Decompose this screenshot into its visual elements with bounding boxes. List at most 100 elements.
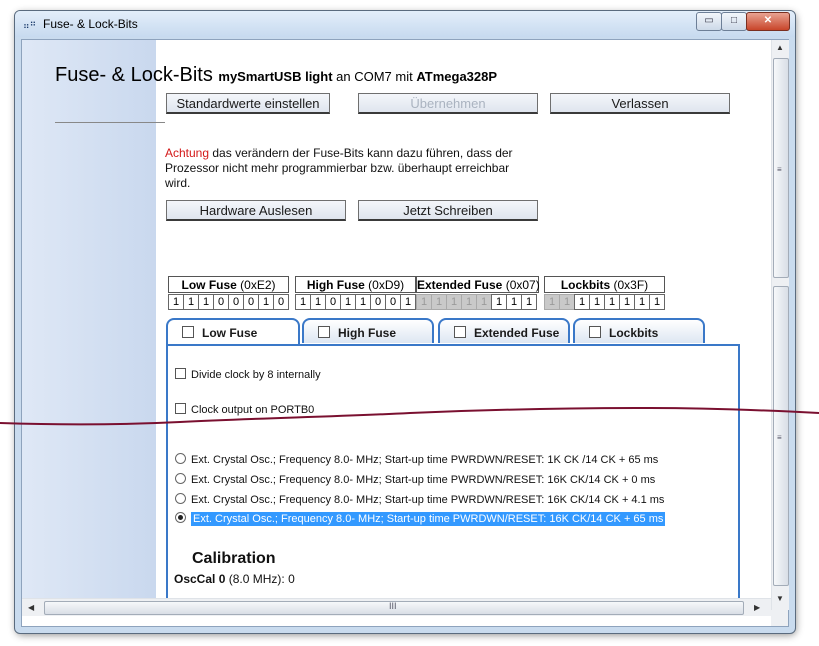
low-fuse-box: Low Fuse (0xE2) 11100010 <box>168 276 289 310</box>
fuse-bit[interactable]: 1 <box>521 294 537 310</box>
vertical-scroll-thumb-bottom[interactable]: ≡ <box>773 286 789 586</box>
fuse-bit[interactable]: 1 <box>649 294 665 310</box>
osc-radio-4[interactable] <box>175 512 186 523</box>
fuse-bit[interactable]: 1 <box>604 294 620 310</box>
fuse-bit[interactable]: 1 <box>198 294 214 310</box>
fuse-bit[interactable]: 1 <box>168 294 184 310</box>
fuse-bit[interactable]: 1 <box>506 294 522 310</box>
osc-radio-1[interactable] <box>175 453 186 464</box>
osc-radio-3[interactable] <box>175 493 186 504</box>
extended-fuse-box: Extended Fuse (0x07) 11111111 <box>416 276 540 310</box>
divide-clock-checkbox[interactable] <box>175 368 186 379</box>
tab-label: Extended Fuse <box>474 326 560 340</box>
option-label: Ext. Crystal Osc.; Frequency 8.0- MHz; S… <box>191 454 659 466</box>
horizontal-scroll-thumb[interactable]: III <box>44 601 744 615</box>
fuse-bit[interactable]: 0 <box>370 294 386 310</box>
vertical-scrollbar[interactable]: ▲ ≡ ≡ ▼ <box>771 40 789 610</box>
fuse-bit[interactable]: 0 <box>273 294 289 310</box>
option-label: Ext. Crystal Osc.; Frequency 8.0- MHz; S… <box>191 474 656 486</box>
scroll-down-icon[interactable]: ▼ <box>776 594 784 603</box>
fuse-bit[interactable]: 0 <box>213 294 229 310</box>
option-label: Divide clock by 8 internally <box>191 369 321 381</box>
scroll-right-icon[interactable]: ▶ <box>754 603 760 612</box>
fuse-bit[interactable]: 0 <box>243 294 259 310</box>
title-bar[interactable]: ⣤⠶ Fuse- & Lock-Bits ▭ □ ✕ <box>15 11 795 37</box>
warning-prefix: Achtung <box>165 146 210 160</box>
high-fuse-box: High Fuse (0xD9) 11011001 <box>295 276 416 310</box>
high-fuse-bits: 11011001 <box>295 294 416 310</box>
horizontal-scrollbar[interactable]: ◀ III ▶ <box>22 598 771 616</box>
fuse-bit[interactable]: 1 <box>400 294 416 310</box>
tab-label: High Fuse <box>338 326 397 340</box>
fuse-value: (0x07) <box>505 278 540 292</box>
osc-option-1[interactable]: Ext. Crystal Osc.; Frequency 8.0- MHz; S… <box>175 453 658 466</box>
low-fuse-header: Low Fuse (0xE2) <box>168 276 289 293</box>
fuse-value: (0xE2) <box>240 278 276 292</box>
scroll-up-icon[interactable]: ▲ <box>776 43 784 52</box>
mcu-name: ATmega328P <box>416 69 498 84</box>
grip-icon: ≡ <box>777 165 782 174</box>
vertical-scroll-thumb-top[interactable]: ≡ <box>773 58 789 278</box>
fuse-bit[interactable]: 1 <box>589 294 605 310</box>
close-button[interactable]: ✕ <box>746 12 790 31</box>
fuse-name: Extended Fuse <box>417 278 503 292</box>
osccal-label: OscCal 0 <box>174 572 226 586</box>
fuse-bit[interactable]: 0 <box>385 294 401 310</box>
fuse-bit: 1 <box>446 294 462 310</box>
fuse-bit[interactable]: 1 <box>183 294 199 310</box>
osccal-freq: (8.0 MHz): <box>228 572 285 586</box>
scroll-left-icon[interactable]: ◀ <box>28 603 34 612</box>
fuse-bit[interactable]: 1 <box>619 294 635 310</box>
header-divider <box>55 122 165 123</box>
exit-button[interactable]: Verlassen <box>550 93 730 114</box>
fuse-bit[interactable]: 1 <box>340 294 356 310</box>
fuse-bit[interactable]: 1 <box>574 294 590 310</box>
tab-lockbits[interactable]: Lockbits <box>573 318 705 343</box>
osc-option-4[interactable]: Ext. Crystal Osc.; Frequency 8.0- MHz; S… <box>175 512 666 526</box>
osccal-value: 0 <box>288 572 295 586</box>
fuse-bit[interactable]: 1 <box>310 294 326 310</box>
read-hardware-button[interactable]: Hardware Auslesen <box>166 200 346 221</box>
app-window: ⣤⠶ Fuse- & Lock-Bits ▭ □ ✕ Fuse- & Lock-… <box>14 10 796 634</box>
tab-checkbox[interactable] <box>589 326 601 338</box>
lockbits-bits: 11111111 <box>544 294 665 310</box>
maximize-button[interactable]: □ <box>721 12 747 31</box>
divide-clock-option[interactable]: Divide clock by 8 internally <box>175 368 321 381</box>
fuse-bit[interactable]: 0 <box>325 294 341 310</box>
tab-low-fuse[interactable]: Low Fuse <box>166 318 300 346</box>
defaults-button[interactable]: Standardwerte einstellen <box>166 93 330 114</box>
tab-extended-fuse[interactable]: Extended Fuse <box>438 318 570 343</box>
option-label: Ext. Crystal Osc.; Frequency 8.0- MHz; S… <box>191 494 665 506</box>
tab-checkbox[interactable] <box>318 326 330 338</box>
osc-option-3[interactable]: Ext. Crystal Osc.; Frequency 8.0- MHz; S… <box>175 493 664 506</box>
fuse-bit: 1 <box>416 294 432 310</box>
fuse-bit[interactable]: 1 <box>634 294 650 310</box>
client-area: Fuse- & Lock-Bits mySmartUSB light an CO… <box>21 39 789 627</box>
tab-checkbox[interactable] <box>182 326 194 338</box>
tab-checkbox[interactable] <box>454 326 466 338</box>
fuse-bit[interactable]: 1 <box>355 294 371 310</box>
connection-text: an COM7 mit <box>336 69 413 84</box>
tab-high-fuse[interactable]: High Fuse <box>302 318 434 343</box>
page-title: Fuse- & Lock-Bits mySmartUSB light an CO… <box>55 64 497 87</box>
osc-radio-2[interactable] <box>175 473 186 484</box>
option-label-selected: Ext. Crystal Osc.; Frequency 8.0- MHz; S… <box>191 512 666 526</box>
fuse-bit: 1 <box>544 294 560 310</box>
fuse-bit[interactable]: 0 <box>228 294 244 310</box>
high-fuse-header: High Fuse (0xD9) <box>295 276 416 293</box>
calibration-heading: Calibration <box>192 550 276 567</box>
write-now-button[interactable]: Jetzt Schreiben <box>358 200 538 221</box>
tab-label: Lockbits <box>609 326 659 340</box>
osc-option-2[interactable]: Ext. Crystal Osc.; Frequency 8.0- MHz; S… <box>175 473 655 486</box>
fuse-bit[interactable]: 1 <box>295 294 311 310</box>
fuse-bit[interactable]: 1 <box>491 294 507 310</box>
grip-icon: ≡ <box>777 433 782 442</box>
fuse-bit[interactable]: 1 <box>258 294 274 310</box>
apply-button[interactable]: Übernehmen <box>358 93 538 114</box>
minimize-button[interactable]: ▭ <box>696 12 722 31</box>
scrollbar-corner <box>771 610 788 626</box>
warning-body: das verändern der Fuse-Bits kann dazu fü… <box>165 146 513 190</box>
left-gradient-panel <box>22 40 156 598</box>
fuse-name: High Fuse <box>306 278 365 292</box>
window-title: Fuse- & Lock-Bits <box>43 17 138 31</box>
